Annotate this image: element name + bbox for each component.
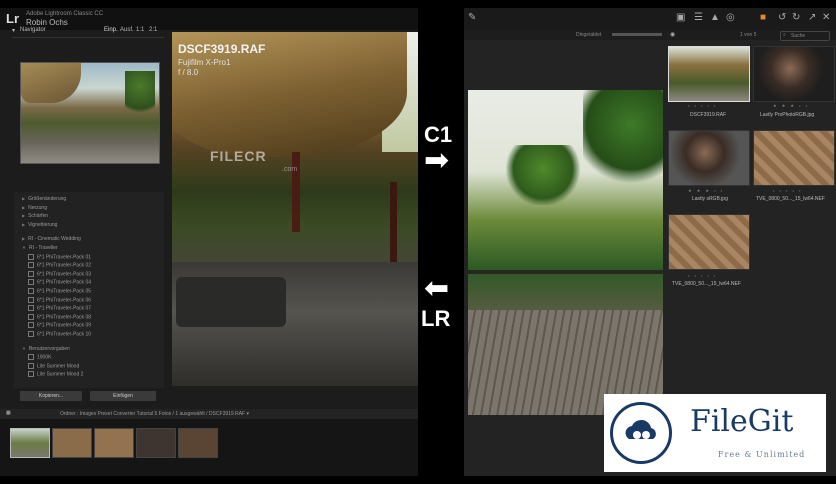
chevron-down-icon: ▾ [12,28,16,34]
filmstrip-thumb[interactable] [10,428,50,458]
zoom-fill-button[interactable]: Ausf. [120,27,134,33]
lr-logo: Lr [6,11,19,26]
glasses-icon[interactable]: ◎ [726,12,735,23]
preset-item[interactable]: 6*1 PhiTraveler-Pack 01 [28,254,91,260]
preset-item[interactable]: 1900K [28,354,51,361]
list-icon[interactable]: ☰ [694,12,703,23]
preset-item[interactable]: Größenänderung [22,196,66,202]
count-label: 1 von 5 [740,32,757,38]
preset-item[interactable]: 6*1 PhiTraveler-Pack 06 [28,297,91,303]
photo-camera: Fujifilm X-Pro1 [178,58,231,67]
sort-label[interactable]: Dingetablet [576,32,601,38]
search-input[interactable]: ⌕ Suche [780,31,830,41]
grid-icon[interactable]: ▣ [676,12,685,23]
zoom-fit-button[interactable]: Einp. [104,27,118,33]
preset-item[interactable]: 6*1 PhiTraveler-Pack 08 [28,314,91,320]
c1-thumbnail[interactable] [753,130,835,186]
preset-item[interactable]: Vignettierung [22,222,57,228]
search-placeholder: Suche [791,33,806,39]
thumbnail-rating[interactable]: • • • • • [688,103,717,108]
filmstrip-grid-icon[interactable]: ▦ [6,410,11,416]
photo-filename: DSCF3919.RAF [178,42,266,56]
thumbnail-rating[interactable]: ★ ★ ★ • • [688,188,724,193]
filmstrip-thumb[interactable] [94,428,134,458]
arrow-left-icon: ⬅ [424,272,450,305]
warning-icon[interactable]: ▲ [710,12,720,23]
c1-subbar: Dingetablet ◉ 1 von 5 ⌕ Suche [464,30,836,41]
copy-button[interactable]: Kopieren... [20,391,82,401]
navigator-header[interactable]: ▾ Navigator Einp. Ausf. 1:1 2:1 [12,25,164,38]
preset-item[interactable]: RI - Cinematic Wedding [22,236,81,242]
zoom-slider[interactable] [612,33,662,36]
preset-item[interactable]: 6*1 PhiTraveler-Pack 02 [28,262,91,269]
preset-item[interactable]: Benutzervorgaben [22,346,70,352]
c1-thumbnail[interactable] [668,130,750,186]
preset-item[interactable]: Nerzung [22,205,47,211]
navigator-preview[interactable] [20,62,160,164]
preset-item[interactable]: RI - Traveller [22,245,58,251]
folder-icon[interactable]: ■ [760,12,766,23]
expand-icon[interactable]: ↗ [808,12,816,23]
preset-item[interactable]: Schärfen [22,213,48,219]
filecr-watermark: FILECR [210,148,267,164]
preset-item[interactable]: Lite Summer Mood 2 [28,371,83,378]
filegit-title: FileGit [690,404,794,439]
c1-main-photo[interactable] [468,90,663,415]
zoom-1-button[interactable]: 1:1 [136,27,144,33]
thumbnail-rating[interactable]: • • • • • [688,273,717,278]
preset-item[interactable]: 6*1 PhiTraveler-Pack 07 [28,305,91,312]
filmstrip-path[interactable]: Ordner : Images Preset Converter Tutoria… [60,411,249,417]
zoom-2-button[interactable]: 2:1 [149,27,157,33]
filegit-subtitle: Free & Unlimited [718,450,806,459]
close-icon[interactable]: ✕ [822,12,830,23]
filmstrip-thumb[interactable] [52,428,92,458]
preset-item[interactable]: Lite Summer Mood [28,363,79,369]
thumbnail-rating[interactable]: ★ ★ ★ • • [773,103,809,108]
thumbnail-rating[interactable]: • • • • • [773,188,802,193]
preset-item[interactable]: 6*1 PhiTraveler-Pack 04 [28,279,91,286]
filmstrip-thumb[interactable] [136,428,176,458]
filmstrip-thumb[interactable] [178,428,218,458]
arrow-right-icon: ➡ [424,144,450,177]
thumbnail-caption: TVE_0800_50..._15_lw64.NEF [672,281,741,287]
filecr-watermark-domain: .com [282,166,298,173]
lr-main-photo[interactable] [172,32,418,386]
paste-button[interactable]: Einfügen [90,391,156,401]
eye-icon[interactable]: ◉ [670,31,675,38]
preset-item[interactable]: 6*1 PhiTraveler-Pack 03 [28,271,91,277]
thumbnail-caption: Lastly sRGB.jpg [692,196,728,202]
presets-panel: Größenänderung Nerzung Schärfen Vignettieru… [14,192,164,388]
navigator-title: Navigator [20,27,46,33]
redo-icon[interactable]: ↻ [792,12,800,23]
preset-item[interactable]: 6*1 PhiTraveler-Pack 05 [28,288,91,294]
pen-icon[interactable]: ✎ [468,12,476,23]
preset-item[interactable]: 6*1 PhiTraveler-Pack 09 [28,322,91,329]
c1-thumbnail[interactable] [753,46,835,102]
preset-item[interactable]: 6*1 PhiTraveler-Pack 10 [28,331,91,337]
search-icon: ⌕ [783,32,786,38]
thumbnail-caption: Lastly ProPhotoRGB.jpg [760,112,815,118]
lr-app-name: Adobe Lightroom Classic CC [26,11,104,17]
thumbnail-caption: TVE_0800_50..._15_lw64.NEF [756,196,825,202]
undo-icon[interactable]: ↺ [778,12,786,23]
cloud-icon [610,402,672,464]
c1-thumbnail[interactable] [668,46,750,102]
thumbnail-caption: DSCF3919.RAF [690,112,727,118]
photo-aperture: f / 8.0 [178,68,199,77]
c1-thumbnail[interactable] [668,214,750,270]
filmstrip-bar: ▦ Ordner : Images Preset Converter Tutor… [0,409,418,419]
lr-label: LR [421,306,451,331]
